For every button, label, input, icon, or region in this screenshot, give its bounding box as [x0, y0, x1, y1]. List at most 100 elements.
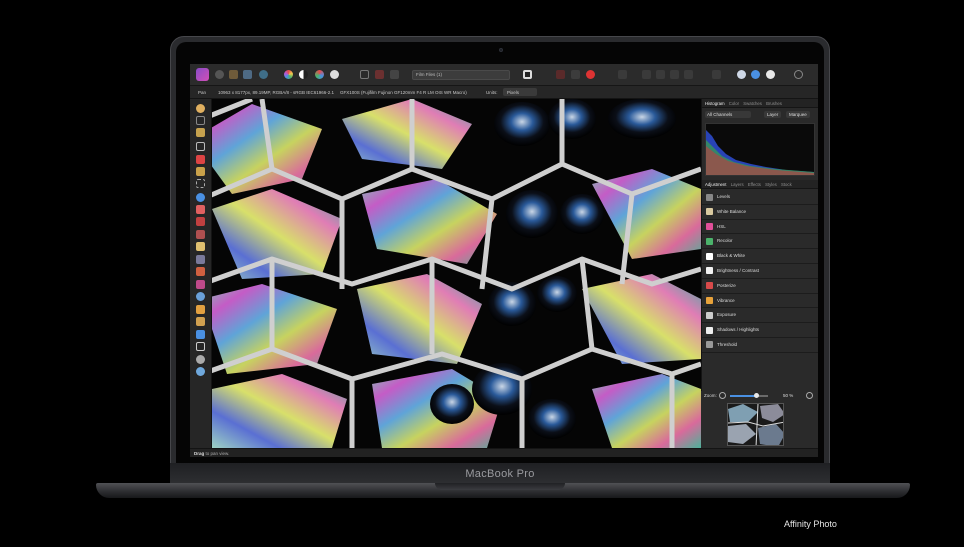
- channel-select-label: All Channels: [707, 112, 733, 117]
- levels-icon: [706, 193, 713, 201]
- adjustment-vibrance[interactable]: Vibrance: [702, 294, 818, 309]
- rotate-right-icon[interactable]: [684, 70, 693, 79]
- photo-persona-icon[interactable]: [196, 68, 209, 81]
- zoom-row: Zoom: 50 %: [701, 391, 818, 401]
- magnet-icon[interactable]: [586, 70, 595, 79]
- adjustment-label: Exposure: [717, 312, 737, 318]
- tab-effects[interactable]: Effects: [748, 182, 761, 187]
- quick-mask-icon[interactable]: [390, 70, 399, 79]
- tab-layers[interactable]: Layers: [731, 182, 744, 187]
- adjustment-label: Recolor: [717, 238, 733, 244]
- develop-persona-icon[interactable]: [229, 70, 238, 79]
- color-picker-tool-icon[interactable]: [196, 128, 205, 137]
- tone-mapping-persona-icon[interactable]: [243, 70, 252, 79]
- gradient-tool-icon[interactable]: [196, 205, 205, 214]
- status-action: Drag: [194, 451, 205, 456]
- flood-fill-tool-icon[interactable]: [196, 193, 205, 202]
- image-canvas[interactable]: [212, 99, 701, 448]
- hand-tool-icon[interactable]: [196, 367, 205, 376]
- channel-select[interactable]: All Channels: [705, 111, 751, 118]
- adjustment-black-white[interactable]: Black & White: [702, 249, 818, 264]
- zoom-in-icon[interactable]: [806, 392, 813, 399]
- black-white-icon: [706, 252, 713, 260]
- white-balance-icon: [706, 208, 713, 216]
- adjustment-white-balance[interactable]: White Balance: [702, 205, 818, 220]
- tab-color[interactable]: Color: [729, 101, 739, 106]
- tab-brushes[interactable]: Brushes: [766, 101, 782, 106]
- color-swatch-icon[interactable]: [523, 70, 532, 79]
- zoom-slider[interactable]: [730, 393, 768, 398]
- zoom-value[interactable]: 50 %: [783, 393, 793, 398]
- adjustment-exposure[interactable]: Exposure: [702, 308, 818, 324]
- align-icon[interactable]: [618, 70, 627, 79]
- marquee-tool-icon[interactable]: [196, 179, 205, 188]
- navigator-thumbnail[interactable]: [727, 403, 784, 446]
- marquee-button[interactable]: Marquee: [786, 111, 810, 118]
- soap-film-photo: [212, 99, 701, 448]
- tab-stock[interactable]: Stock: [781, 182, 792, 187]
- posterize-icon: [706, 282, 713, 290]
- mask-icon[interactable]: [375, 70, 384, 79]
- blur-brush-tool-icon[interactable]: [196, 292, 205, 301]
- main-toolbar: Film Files (1): [190, 64, 818, 86]
- adjustment-brightness-contrast[interactable]: Brightness / Contrast: [702, 264, 818, 279]
- adjustment-levels[interactable]: Levels: [702, 190, 818, 205]
- zoom-tool-icon[interactable]: [196, 355, 205, 364]
- pen-tool-icon[interactable]: [196, 317, 205, 326]
- adjustment-threshold[interactable]: Threshold: [702, 338, 818, 353]
- smudge-brush-tool-icon[interactable]: [196, 305, 205, 314]
- text-tool-icon[interactable]: [196, 342, 205, 351]
- tab-swatches[interactable]: Swatches: [743, 101, 762, 106]
- rectangle-tool-icon[interactable]: [196, 330, 205, 339]
- file-name-field[interactable]: Film Files (1): [412, 70, 510, 80]
- flip-vertical-icon[interactable]: [656, 70, 665, 79]
- liquify-persona-icon[interactable]: [215, 70, 224, 79]
- crop-tool-icon[interactable]: [196, 142, 205, 151]
- rotate-left-icon[interactable]: [670, 70, 679, 79]
- adjustment-hsl[interactable]: HSL: [702, 220, 818, 235]
- dodge-brush-tool-icon[interactable]: [196, 255, 205, 264]
- tab-adjustment[interactable]: Adjustment: [705, 182, 727, 187]
- arrange-icon[interactable]: [712, 70, 721, 79]
- adjustment-posterize[interactable]: Posterize: [702, 279, 818, 294]
- thumbnail-image: [728, 404, 783, 445]
- adjustment-recolor[interactable]: Recolor: [702, 234, 818, 250]
- erase-brush-tool-icon[interactable]: [196, 242, 205, 251]
- brightness-contrast-icon: [706, 267, 713, 275]
- view-tool-icon[interactable]: [196, 104, 205, 113]
- pixel-tool-icon[interactable]: [196, 230, 205, 239]
- paint-brush-tool-icon[interactable]: [196, 217, 205, 226]
- flood-select-tool-icon[interactable]: [196, 167, 205, 176]
- navigator-body: Zoom: 50 %: [701, 391, 818, 448]
- hsl-icon[interactable]: [315, 70, 324, 79]
- product-caption: Affinity Photo: [784, 519, 837, 529]
- studio-icon[interactable]: [766, 70, 775, 79]
- snapping-icon[interactable]: [571, 70, 580, 79]
- inpainting-brush-tool-icon[interactable]: [196, 280, 205, 289]
- zoom-slider-handle[interactable]: [754, 393, 760, 398]
- layer-button[interactable]: Layer: [764, 111, 782, 118]
- tab-styles[interactable]: Styles: [765, 182, 777, 187]
- clone-brush-tool-icon[interactable]: [196, 267, 205, 276]
- flip-horizontal-icon[interactable]: [642, 70, 651, 79]
- tab-histogram[interactable]: Histogram: [705, 101, 725, 106]
- adjustment-label: HSL: [717, 223, 726, 229]
- white-balance-icon[interactable]: [330, 70, 339, 79]
- preferences-icon[interactable]: [751, 70, 760, 79]
- share-icon[interactable]: [259, 70, 268, 79]
- grid-icon[interactable]: [556, 70, 565, 79]
- color-wheel-icon[interactable]: [284, 70, 293, 79]
- adjustment-tabs: Adjustment Layers Effects Styles Stock: [702, 180, 818, 189]
- selection-brush-tool-icon[interactable]: [196, 155, 205, 164]
- adjustment-shadows-highlights[interactable]: Shadows / Highlights: [702, 323, 818, 338]
- assistant-icon[interactable]: [737, 70, 746, 79]
- recolor-icon: [706, 237, 713, 245]
- account-icon[interactable]: [794, 70, 803, 79]
- laptop-chin: MacBook Pro: [170, 463, 830, 483]
- zoom-label: Zoom:: [704, 393, 717, 398]
- move-tool-icon[interactable]: [196, 116, 205, 125]
- adjustment-label: Black & White: [717, 253, 746, 259]
- zoom-out-icon[interactable]: [719, 392, 726, 399]
- selection-icon[interactable]: [360, 70, 369, 79]
- levels-icon[interactable]: [299, 70, 308, 79]
